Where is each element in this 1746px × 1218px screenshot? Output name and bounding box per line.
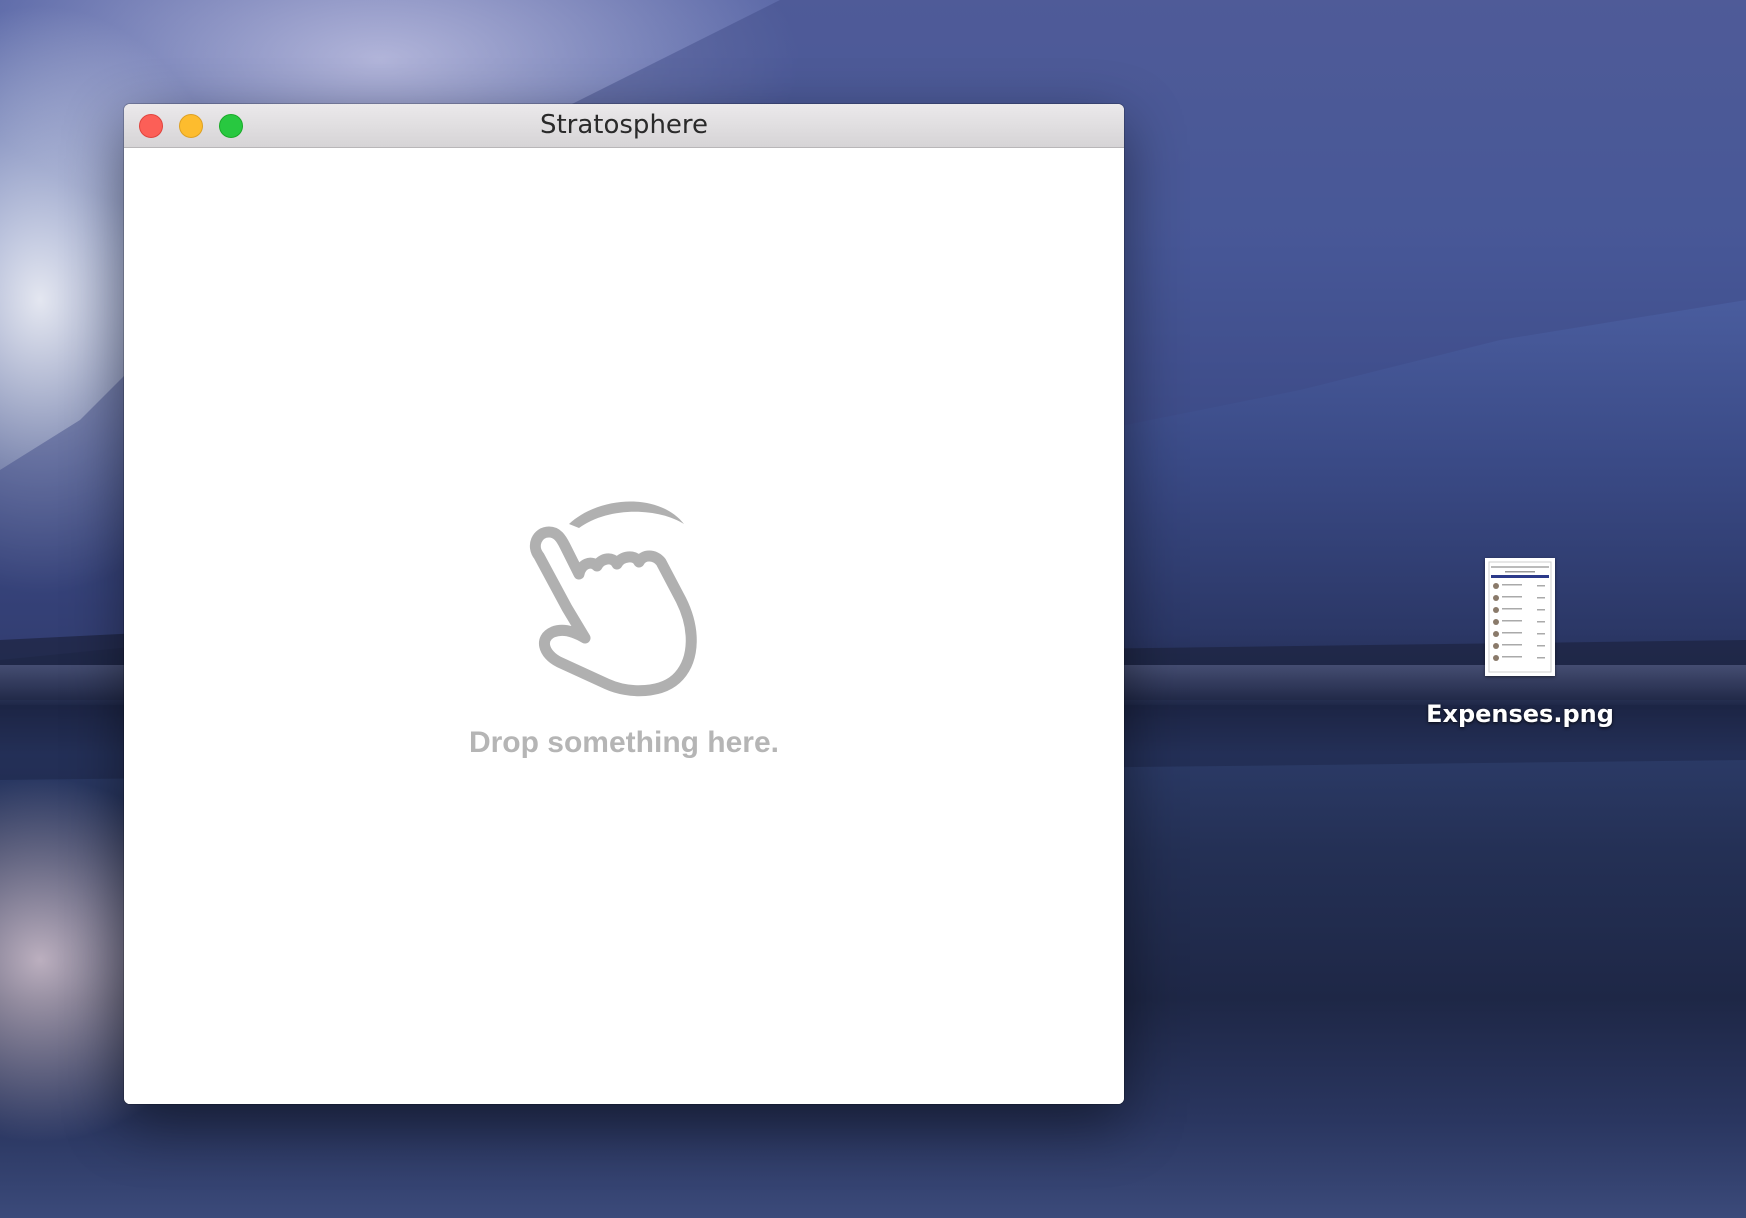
file-name-label[interactable]: Expenses.png	[1420, 700, 1620, 728]
image-file-thumbnail[interactable]	[1485, 558, 1555, 676]
desktop-file-expenses[interactable]: Expenses.png	[1420, 558, 1620, 728]
app-window: Stratosphere Drop something here.	[124, 104, 1124, 1104]
drop-zone[interactable]: Drop something here.	[124, 148, 1124, 1104]
title-bar[interactable]: Stratosphere	[124, 104, 1124, 148]
desktop: Stratosphere Drop something here. Expens…	[0, 0, 1746, 1218]
thumbnail-preview	[1488, 561, 1552, 673]
window-title: Stratosphere	[539, 110, 709, 140]
hand-pointer-icon	[529, 501, 697, 697]
drop-message: Drop something here.	[468, 726, 780, 759]
